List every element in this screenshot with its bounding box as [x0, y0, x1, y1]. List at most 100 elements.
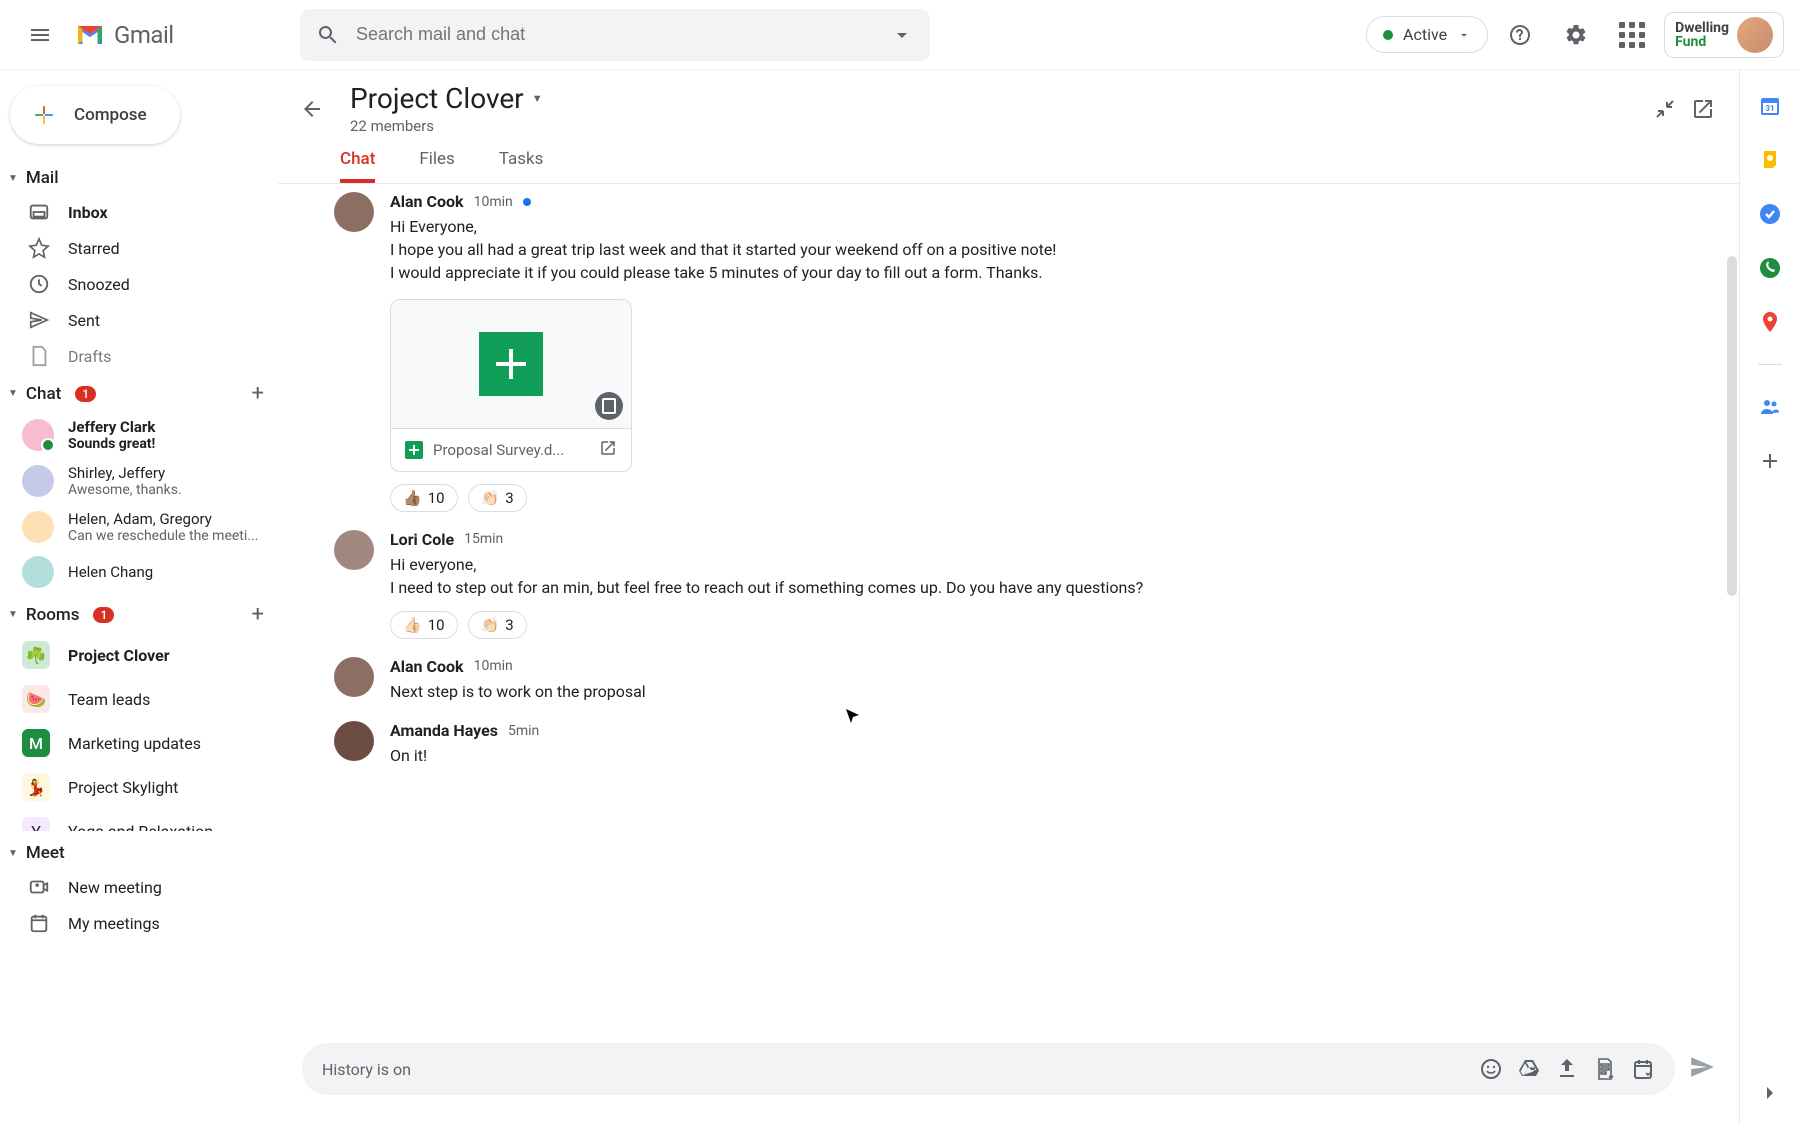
room-item[interactable]: 🍉Team leads — [0, 677, 278, 721]
chat-item[interactable]: Jeffery ClarkSounds great! — [0, 412, 278, 458]
chat-item[interactable]: Helen Chang — [0, 550, 278, 590]
room-header: Project Clover ▼ 22 members — [278, 70, 1739, 135]
docs-icon[interactable] — [1593, 1057, 1617, 1081]
logo-area[interactable]: Gmail — [72, 17, 292, 53]
status-label: Active — [1403, 25, 1447, 44]
tab-chat[interactable]: Chat — [340, 149, 375, 183]
account-brand-box[interactable]: Dwelling Fund — [1664, 12, 1784, 58]
meet-icon — [28, 912, 50, 934]
add-chat-button[interactable]: + — [252, 381, 264, 406]
back-button[interactable] — [292, 89, 332, 129]
meet-item[interactable]: New meeting — [0, 869, 278, 905]
support-button[interactable] — [1496, 11, 1544, 59]
meet-section-header[interactable]: ▼ Meet — [0, 835, 278, 869]
header: Gmail Active Dwelling Fund — [0, 0, 1800, 70]
add-room-button[interactable]: + — [252, 602, 264, 627]
voice-app-icon[interactable] — [1758, 256, 1782, 280]
gear-icon — [1564, 23, 1588, 47]
mail-section-header[interactable]: ▼ Mail — [0, 160, 278, 194]
message-author: Alan Cook — [390, 657, 464, 676]
calendar-icon[interactable] — [1631, 1057, 1655, 1081]
caret-down-icon: ▼ — [8, 388, 18, 399]
tab-tasks[interactable]: Tasks — [499, 149, 544, 183]
caret-down-icon: ▼ — [8, 173, 18, 184]
message-composer[interactable]: History is on — [302, 1043, 1675, 1095]
mail-item-inbox[interactable]: Inbox — [0, 194, 278, 230]
search-options-icon[interactable] — [890, 23, 914, 47]
mail-item-starred[interactable]: Starred — [0, 230, 278, 266]
profile-avatar[interactable] — [1737, 17, 1773, 53]
attachment-card[interactable]: Proposal Survey.d... — [390, 299, 632, 472]
send-button[interactable] — [1689, 1054, 1715, 1084]
calendar-app-icon[interactable]: 31 — [1758, 94, 1782, 118]
chat-section-header[interactable]: ▼ Chat 1 + — [0, 373, 278, 412]
search-input[interactable] — [356, 24, 874, 45]
message-time: 5min — [508, 723, 539, 739]
contacts-app-icon[interactable] — [1758, 395, 1782, 419]
caret-down-icon: ▼ — [8, 848, 18, 859]
mail-item-snoozed[interactable]: Snoozed — [0, 266, 278, 302]
chat-item[interactable]: Helen, Adam, GregoryCan we reschedule th… — [0, 504, 278, 550]
snoozed-icon — [28, 273, 50, 295]
reaction-chip[interactable]: 👏🏻3 — [468, 484, 527, 512]
main-content: Project Clover ▼ 22 members Chat Files Tas… — [278, 70, 1740, 1125]
add-app-button[interactable] — [1758, 449, 1782, 473]
room-tabs: Chat Files Tasks — [278, 135, 1739, 184]
meet-item[interactable]: My meetings — [0, 905, 278, 941]
room-icon: ☘️ — [22, 641, 50, 669]
chat-badge: 1 — [75, 386, 96, 402]
maps-app-icon[interactable] — [1758, 310, 1782, 334]
message-avatar — [334, 192, 374, 232]
message-avatar — [334, 657, 374, 697]
message-text: Next step is to work on the proposal — [390, 680, 1719, 703]
compose-button[interactable]: Compose — [10, 86, 180, 144]
collapse-icon[interactable] — [1653, 97, 1677, 121]
reaction-chip[interactable]: 👏🏻3 — [468, 611, 527, 639]
keep-app-icon[interactable] — [1758, 148, 1782, 172]
tasks-app-icon[interactable] — [1758, 202, 1782, 226]
tab-files[interactable]: Files — [419, 149, 454, 183]
room-title[interactable]: Project Clover ▼ — [350, 82, 1635, 115]
scrollbar[interactable] — [1727, 256, 1737, 596]
message-text: On it! — [390, 744, 1719, 767]
room-item[interactable]: MMarketing updates — [0, 721, 278, 765]
message-text: I hope you all had a great trip last wee… — [390, 238, 1719, 261]
status-pill[interactable]: Active — [1366, 16, 1488, 53]
svg-text:31: 31 — [1765, 104, 1774, 113]
chat-avatar — [22, 556, 54, 588]
room-icon: M — [22, 729, 50, 757]
mail-item-sent[interactable]: Sent — [0, 302, 278, 338]
message: Alan Cook10minNext step is to work on th… — [298, 657, 1719, 703]
open-new-icon[interactable] — [1691, 97, 1715, 121]
hide-panel-button[interactable] — [1758, 1081, 1782, 1105]
mail-item-drafts[interactable]: Drafts — [0, 338, 278, 369]
chat-avatar — [22, 419, 54, 451]
reaction-chip[interactable]: 👍🏻10 — [390, 611, 458, 639]
message: Lori Cole15minHi everyone,I need to step… — [298, 530, 1719, 639]
search-box[interactable] — [300, 9, 930, 61]
rooms-section-header[interactable]: ▼ Rooms 1 + — [0, 594, 278, 633]
message-list[interactable]: Alan Cook10minHi Everyone,I hope you all… — [278, 184, 1739, 1031]
brand-line2: Fund — [1675, 35, 1729, 49]
open-attachment-button[interactable] — [599, 439, 617, 461]
sent-icon — [28, 309, 50, 331]
upload-icon[interactable] — [1555, 1057, 1579, 1081]
drive-icon[interactable] — [1517, 1057, 1541, 1081]
help-icon — [1508, 23, 1532, 47]
google-apps-button[interactable] — [1608, 11, 1656, 59]
emoji-icon[interactable] — [1479, 1057, 1503, 1081]
room-item[interactable]: 💃Project Skylight — [0, 765, 278, 809]
main-menu-button[interactable] — [16, 11, 64, 59]
chat-item[interactable]: Shirley, JefferyAwesome, thanks. — [0, 458, 278, 504]
message-time: 15min — [464, 531, 503, 547]
room-item[interactable]: YYoga and Relaxation — [0, 809, 278, 831]
composer-placeholder: History is on — [322, 1060, 1465, 1079]
chat-avatar — [22, 465, 54, 497]
settings-button[interactable] — [1552, 11, 1600, 59]
message-avatar — [334, 721, 374, 761]
message-author: Amanda Hayes — [390, 721, 498, 740]
divider — [1758, 364, 1782, 365]
sidebar: Compose ▼ Mail InboxStarredSnoozedSentDr… — [0, 70, 278, 1125]
room-item[interactable]: ☘️Project Clover — [0, 633, 278, 677]
reaction-chip[interactable]: 👍🏽10 — [390, 484, 458, 512]
